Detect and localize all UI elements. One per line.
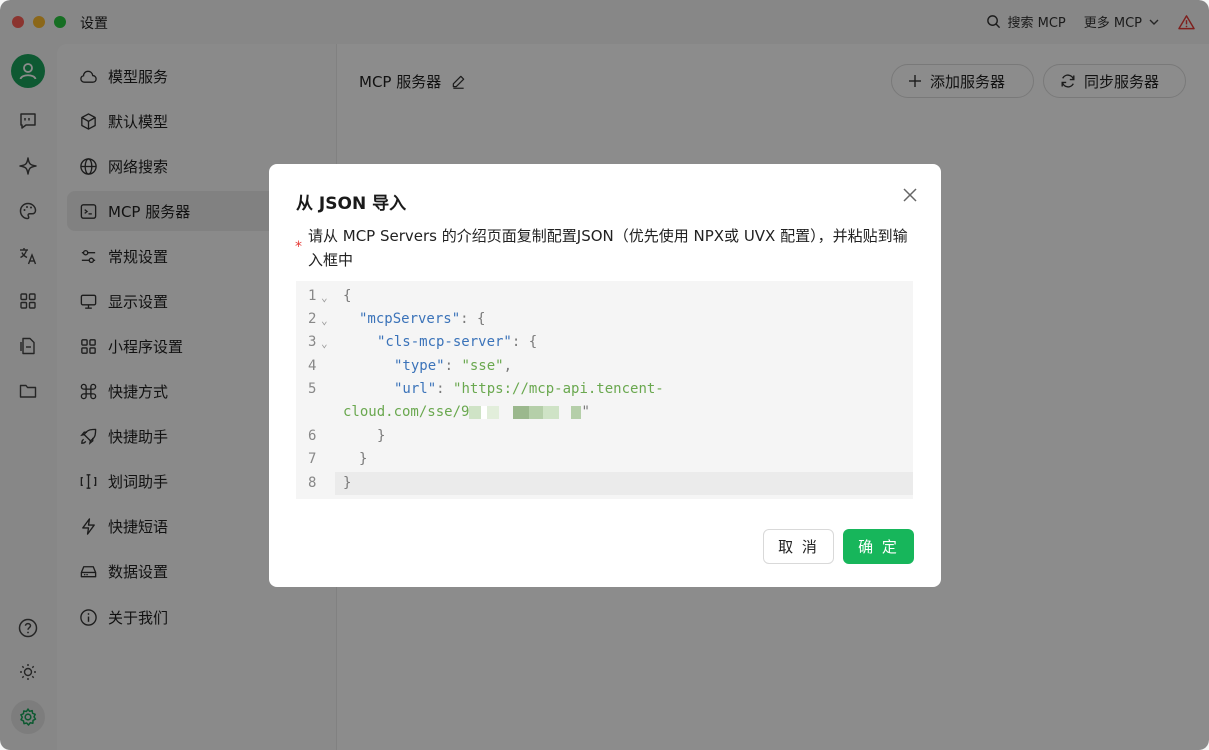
code-line: 5 "url": "https://mcp-api.tencent- bbox=[296, 378, 913, 401]
json-string: cloud.com/sse/9 bbox=[343, 404, 470, 420]
redacted-block bbox=[469, 405, 482, 419]
code-line: 4 "type": "sse", bbox=[296, 355, 913, 378]
redacted-block bbox=[499, 405, 514, 419]
modal-title: 从 JSON 导入 bbox=[296, 194, 407, 214]
json-string: "https://mcp-api.tencent- bbox=[453, 381, 664, 397]
json-key: "url" bbox=[394, 381, 437, 397]
fold-chevron-icon[interactable]: ⌄ bbox=[321, 331, 328, 357]
line-number: 1 bbox=[308, 288, 317, 304]
confirm-button[interactable]: 确 定 bbox=[843, 529, 914, 564]
code-line: 1 ⌄ { bbox=[296, 285, 913, 308]
json-key: "type" bbox=[394, 358, 445, 374]
json-punct: : { bbox=[511, 334, 538, 350]
redacted-block bbox=[513, 405, 530, 419]
cancel-button[interactable]: 取 消 bbox=[763, 529, 834, 564]
redacted-block bbox=[529, 405, 544, 419]
line-number: 8 bbox=[308, 475, 317, 491]
required-mark: * bbox=[295, 239, 302, 255]
code-line: 6 } bbox=[296, 425, 913, 448]
line-number: 3 bbox=[308, 334, 317, 350]
code-text: } bbox=[359, 451, 368, 467]
json-key: "cls-mcp-server" bbox=[377, 334, 512, 350]
close-icon[interactable] bbox=[901, 186, 919, 204]
settings-window: 设置 搜索 MCP 更多 MCP 模型服务 默认模型 网络搜索 MCP 服务器 … bbox=[0, 0, 1209, 750]
code-text: } bbox=[377, 428, 386, 444]
line-number: 4 bbox=[308, 358, 317, 374]
line-number: 7 bbox=[308, 451, 317, 467]
json-punct: , bbox=[503, 358, 513, 374]
modal-description: 请从 MCP Servers 的介绍页面复制配置JSON（优先使用 NPX或 U… bbox=[308, 227, 908, 269]
json-punct: " bbox=[581, 404, 590, 420]
json-punct: : bbox=[444, 358, 462, 374]
redacted-block bbox=[543, 405, 560, 419]
json-punct: : bbox=[436, 381, 454, 397]
code-line: 2 ⌄ "mcpServers": { bbox=[296, 308, 913, 331]
line-number: 2 bbox=[308, 311, 317, 327]
json-string: "sse" bbox=[461, 358, 504, 374]
redacted-block bbox=[487, 405, 500, 419]
redacted-block bbox=[571, 405, 582, 419]
json-key: "mcpServers" bbox=[359, 311, 461, 327]
code-text: { bbox=[343, 288, 352, 304]
code-line: 7 } bbox=[296, 448, 913, 471]
import-json-modal: 从 JSON 导入 * 请从 MCP Servers 的介绍页面复制配置JSON… bbox=[269, 164, 941, 587]
code-line: 8 } bbox=[296, 472, 913, 495]
code-text: } bbox=[343, 475, 352, 491]
code-line-wrap: cloud.com/sse/9 " bbox=[296, 401, 913, 424]
redacted-block bbox=[559, 405, 572, 419]
line-number: 6 bbox=[308, 428, 317, 444]
json-code-editor[interactable]: 1 ⌄ { 2 ⌄ "mcpServers": { 3 ⌄ "cls-mcp-s… bbox=[296, 281, 913, 499]
line-number: 5 bbox=[308, 381, 317, 397]
json-punct: : { bbox=[460, 311, 486, 327]
code-line: 3 ⌄ "cls-mcp-server": { bbox=[296, 331, 913, 354]
